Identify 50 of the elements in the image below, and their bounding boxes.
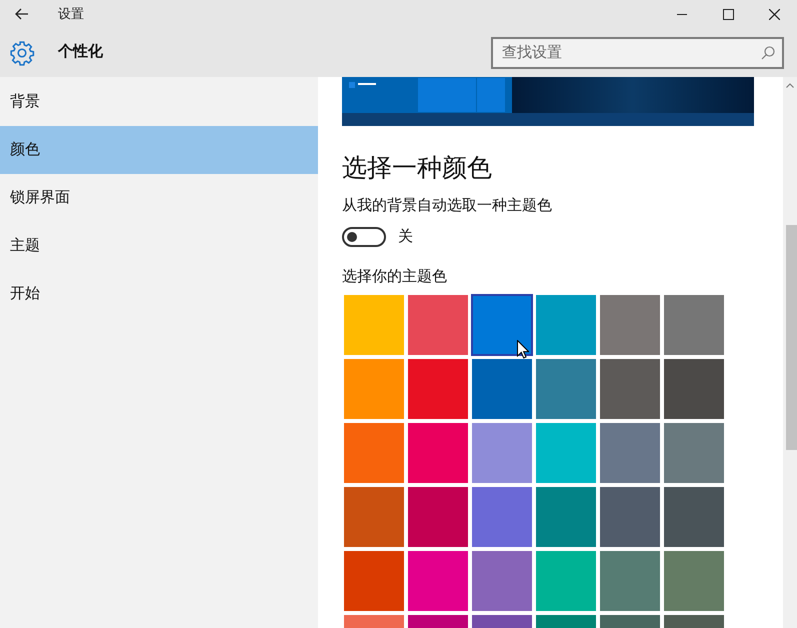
sidebar-item[interactable]: 锁屏界面 [0, 174, 318, 222]
color-swatch[interactable] [600, 422, 660, 482]
color-swatch[interactable] [472, 486, 532, 546]
color-swatch[interactable] [600, 358, 660, 418]
color-swatch[interactable] [472, 422, 532, 482]
color-swatch[interactable] [344, 294, 404, 354]
color-swatch[interactable] [536, 422, 596, 482]
settings-icon [9, 40, 35, 66]
color-swatch[interactable] [472, 550, 532, 610]
sidebar-item[interactable]: 颜色 [0, 126, 318, 174]
toggle-switch[interactable] [342, 226, 386, 247]
back-arrow-icon [15, 8, 29, 20]
color-swatch[interactable] [600, 294, 660, 354]
color-swatch[interactable] [344, 486, 404, 546]
scrollbar[interactable] [783, 77, 797, 628]
toggle-state: 关 [398, 226, 413, 246]
maximize-icon [722, 8, 734, 20]
color-swatch[interactable] [536, 550, 596, 610]
color-swatch[interactable] [408, 486, 468, 546]
color-swatch[interactable] [408, 358, 468, 418]
color-swatch[interactable] [344, 422, 404, 482]
sidebar-item[interactable]: 背景 [0, 78, 318, 126]
setting-label: 选择你的主题色 [342, 267, 448, 287]
color-swatch[interactable] [664, 550, 724, 610]
color-swatch[interactable] [472, 358, 532, 418]
color-swatch[interactable] [664, 486, 724, 546]
setting-label: 从我的背景自动选取一种主题色 [342, 196, 553, 216]
search-field[interactable]: 查找设置 [491, 36, 784, 68]
color-swatch[interactable] [408, 422, 468, 482]
color-swatch[interactable] [344, 550, 404, 610]
cursor-icon [517, 340, 529, 358]
color-swatch[interactable] [664, 294, 724, 354]
sidebar-item[interactable]: 开始 [0, 270, 318, 318]
color-swatch[interactable] [408, 294, 468, 354]
color-swatch[interactable] [536, 294, 596, 354]
page-title: 个性化 [58, 42, 103, 62]
close-icon [768, 8, 780, 20]
scroll-up-icon[interactable] [786, 83, 794, 88]
section-heading: 选择一种颜色 [342, 153, 493, 184]
window-title: 设置 [58, 5, 84, 24]
color-swatch[interactable] [344, 358, 404, 418]
color-swatch[interactable] [664, 358, 724, 418]
color-swatch[interactable] [536, 486, 596, 546]
color-swatch[interactable] [408, 550, 468, 610]
sidebar-item[interactable]: 主题 [0, 222, 318, 270]
color-swatch[interactable] [600, 486, 660, 546]
search-icon [761, 46, 775, 60]
color-swatch[interactable] [664, 422, 724, 482]
color-swatch[interactable] [536, 358, 596, 418]
color-swatch[interactable] [600, 550, 660, 610]
